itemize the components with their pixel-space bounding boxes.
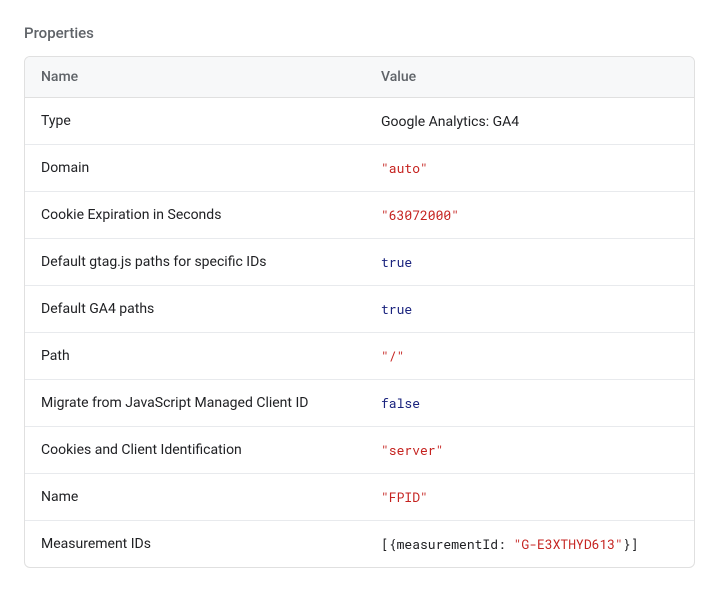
- table-row: Domain "auto": [25, 144, 694, 191]
- table-row: Name "FPID": [25, 473, 694, 520]
- property-value: "FPID": [365, 473, 694, 520]
- property-name: Type: [25, 98, 365, 144]
- column-header-name: Name: [25, 57, 365, 98]
- value-object-pre: [{measurementId:: [381, 535, 514, 553]
- value-bool: true: [381, 253, 412, 271]
- value-bool: false: [381, 394, 420, 412]
- value-object-post: }]: [623, 535, 639, 553]
- value-string: "/": [381, 347, 404, 365]
- property-value: Google Analytics: GA4: [365, 98, 694, 144]
- properties-heading: Properties: [24, 24, 695, 42]
- column-header-value: Value: [365, 57, 694, 98]
- value-string: "63072000": [381, 206, 459, 224]
- table-row: Path "/": [25, 332, 694, 379]
- property-name: Default GA4 paths: [25, 285, 365, 332]
- table-row: Cookies and Client Identification "server…: [25, 426, 694, 473]
- table-row: Type Google Analytics: GA4: [25, 98, 694, 144]
- property-name: Migrate from JavaScript Managed Client I…: [25, 379, 365, 426]
- property-name: Path: [25, 332, 365, 379]
- property-name: Cookie Expiration in Seconds: [25, 191, 365, 238]
- property-name: Domain: [25, 144, 365, 191]
- value-bool: true: [381, 300, 412, 318]
- property-name: Measurement IDs: [25, 520, 365, 567]
- table-row: Migrate from JavaScript Managed Client I…: [25, 379, 694, 426]
- property-name: Default gtag.js paths for specific IDs: [25, 238, 365, 285]
- property-value: "auto": [365, 144, 694, 191]
- value-plain: Google Analytics: GA4: [381, 114, 519, 130]
- table-row: Cookie Expiration in Seconds "63072000": [25, 191, 694, 238]
- value-object-string: "G-E3XTHYD613": [514, 535, 623, 553]
- property-value: [{measurementId: "G-E3XTHYD613"}]: [365, 520, 694, 567]
- property-value: false: [365, 379, 694, 426]
- value-string: "auto": [381, 159, 428, 177]
- properties-table: Name Value Type Google Analytics: GA4 Doma…: [24, 56, 695, 568]
- property-value: true: [365, 285, 694, 332]
- property-name: Cookies and Client Identification: [25, 426, 365, 473]
- table-row: Measurement IDs[{measurementId: "G-E3XTH…: [25, 520, 694, 567]
- table-row: Default GA4 paths true: [25, 285, 694, 332]
- property-value: "server": [365, 426, 694, 473]
- property-name: Name: [25, 473, 365, 520]
- value-string: "server": [381, 441, 443, 459]
- value-string: "FPID": [381, 488, 428, 506]
- property-value: "63072000": [365, 191, 694, 238]
- table-row: Default gtag.js paths for specific IDs tr…: [25, 238, 694, 285]
- property-value: "/": [365, 332, 694, 379]
- property-value: true: [365, 238, 694, 285]
